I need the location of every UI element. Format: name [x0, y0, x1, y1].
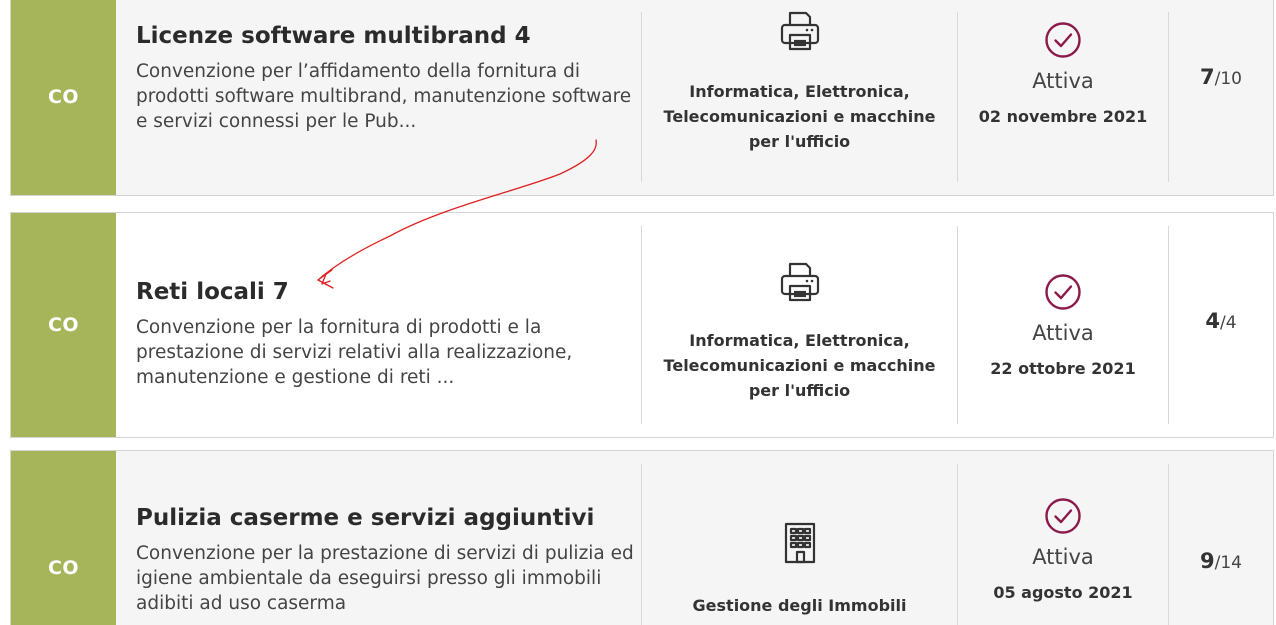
status-date: 05 agosto 2021 — [993, 583, 1133, 602]
check-circle-icon — [1044, 273, 1082, 311]
item-main: Licenze software multibrand 4 Convenzion… — [116, 0, 641, 195]
status: Attiva 02 novembre 2021 — [958, 0, 1168, 195]
check-circle-icon — [1044, 21, 1082, 59]
category-label: Gestione degli Immobili — [692, 596, 907, 615]
count-value: 4 — [1205, 309, 1221, 333]
type-badge: CO — [11, 0, 116, 195]
category-label: Informatica, Elettronica, Telecomunicazi… — [663, 330, 936, 400]
status-label: Attiva — [1032, 69, 1094, 93]
item-description: Convenzione per l’affidamento della forn… — [136, 61, 632, 132]
list-item[interactable]: CO Reti locali 7 Convenzione per la forn… — [10, 212, 1274, 438]
type-badge: CO — [11, 451, 116, 625]
count-total: /10 — [1214, 69, 1242, 89]
lot-count: 4/4 — [1169, 213, 1273, 437]
printer-icon — [776, 7, 824, 55]
type-badge: CO — [11, 213, 116, 437]
item-main: Pulizia caserme e servizi aggiuntivi Con… — [116, 451, 641, 625]
category: Gestione degli Immobili — [642, 451, 957, 625]
item-main: Reti locali 7 Convenzione per la fornitu… — [116, 213, 641, 437]
lot-count: 9/14 — [1169, 451, 1273, 625]
status-date: 22 ottobre 2021 — [990, 358, 1136, 378]
page: CO Licenze software multibrand 4 Convenz… — [0, 0, 1276, 625]
building-icon — [783, 521, 817, 565]
list-item[interactable]: CO Pulizia caserme e servizi aggiuntivi … — [10, 450, 1274, 625]
count-value: 9 — [1200, 549, 1215, 573]
count-total: /14 — [1214, 553, 1242, 573]
item-title[interactable]: Licenze software multibrand 4 — [136, 23, 641, 49]
lot-count: 7/10 — [1169, 0, 1273, 195]
status-label: Attiva — [1032, 545, 1094, 569]
status-date: 02 novembre 2021 — [978, 107, 1148, 126]
item-description: Convenzione per la fornitura di prodotti… — [136, 316, 573, 388]
status-label: Attiva — [1032, 320, 1094, 345]
category-label: Informatica, Elettronica, Telecomunicazi… — [663, 82, 936, 151]
count-value: 7 — [1200, 65, 1215, 89]
status: Attiva 22 ottobre 2021 — [958, 213, 1168, 437]
status: Attiva 05 agosto 2021 — [958, 451, 1168, 625]
item-title[interactable]: Pulizia caserme e servizi aggiuntivi — [136, 505, 641, 531]
category: Informatica, Elettronica, Telecomunicazi… — [642, 0, 957, 195]
item-description: Convenzione per la prestazione di serviz… — [136, 543, 634, 614]
list-item[interactable]: CO Licenze software multibrand 4 Convenz… — [10, 0, 1274, 196]
count-total: /4 — [1220, 313, 1237, 333]
printer-icon — [776, 258, 824, 306]
item-title[interactable]: Reti locali 7 — [136, 279, 641, 305]
check-circle-icon — [1044, 497, 1082, 535]
category: Informatica, Elettronica, Telecomunicazi… — [642, 213, 957, 437]
